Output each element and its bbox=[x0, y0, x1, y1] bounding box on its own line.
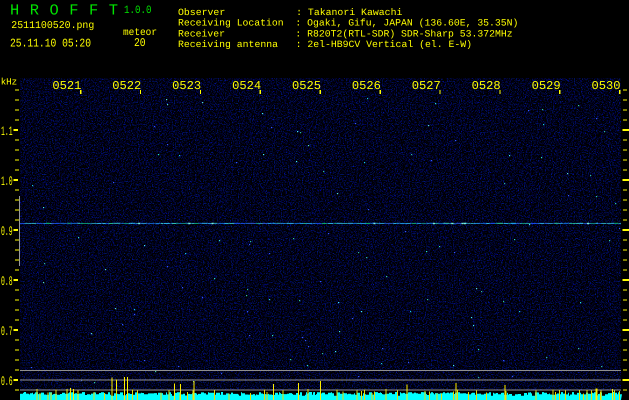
svg-text:0523: 0523 bbox=[172, 79, 201, 93]
svg-text:2511100520.png: 2511100520.png bbox=[11, 20, 94, 32]
svg-text:0529: 0529 bbox=[532, 79, 561, 93]
svg-text:0.6: 0.6 bbox=[1, 374, 13, 389]
svg-text:0522: 0522 bbox=[112, 79, 141, 93]
svg-text:Receiving antenna : 2el-HB9C: Receiving antenna : 2el-HB9CV Vertical (… bbox=[178, 39, 472, 50]
svg-text:1.1: 1.1 bbox=[1, 124, 13, 139]
svg-text:Observer : Takanori: Observer : Takanori Kawachi bbox=[178, 7, 403, 18]
svg-text:0530: 0530 bbox=[592, 79, 621, 93]
svg-text:kHz: kHz bbox=[1, 76, 18, 87]
svg-text:1.0: 1.0 bbox=[1, 174, 13, 189]
svg-text:0524: 0524 bbox=[232, 79, 261, 93]
svg-text:0521: 0521 bbox=[52, 79, 81, 93]
svg-text:0525: 0525 bbox=[292, 79, 321, 93]
svg-text:Receiving Location : Ogaki, G: Receiving Location : Ogaki, Gifu, JAPAN … bbox=[178, 18, 518, 29]
svg-text:1.0.0: 1.0.0 bbox=[124, 5, 152, 17]
svg-text:0527: 0527 bbox=[412, 79, 441, 93]
svg-text:Receiver : R820T2(R: Receiver : R820T2(RTL-SDR) SDR-Sharp 53.… bbox=[178, 28, 513, 39]
svg-text:0526: 0526 bbox=[352, 79, 381, 93]
svg-text:0.8: 0.8 bbox=[1, 274, 13, 289]
svg-text:0.7: 0.7 bbox=[1, 324, 13, 339]
svg-text:0.9: 0.9 bbox=[1, 224, 13, 239]
svg-text:20: 20 bbox=[134, 36, 146, 50]
svg-text:25.11.10 05:20: 25.11.10 05:20 bbox=[10, 37, 91, 51]
svg-text:0528: 0528 bbox=[472, 79, 501, 93]
svg-text:H R O F F T: H R O F F T bbox=[10, 2, 118, 20]
